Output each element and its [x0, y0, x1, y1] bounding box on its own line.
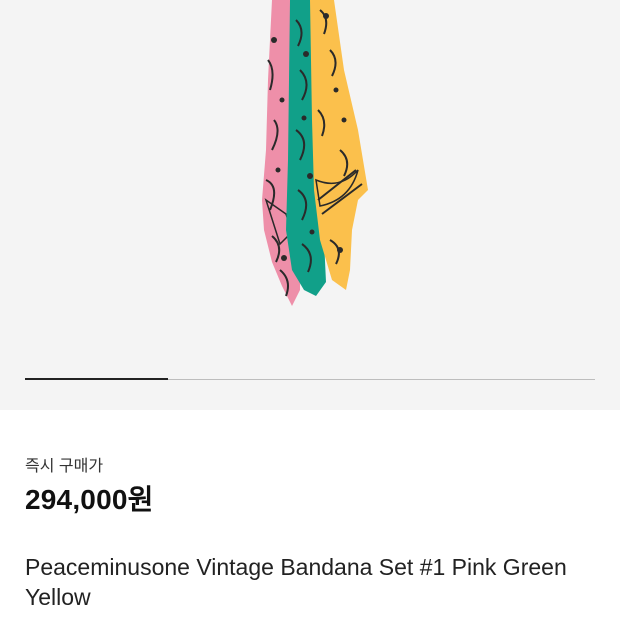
instant-buy-price: 294,000원: [25, 484, 154, 515]
carousel-progress-track[interactable]: [25, 378, 595, 380]
bandana-set-image: [262, 0, 368, 306]
product-image-carousel[interactable]: [0, 0, 620, 410]
product-title: Peaceminusone Vintage Bandana Set #1 Pin…: [25, 554, 567, 610]
carousel-progress-indicator: [25, 378, 168, 380]
instant-buy-price-label: 즉시 구매가: [25, 458, 104, 475]
